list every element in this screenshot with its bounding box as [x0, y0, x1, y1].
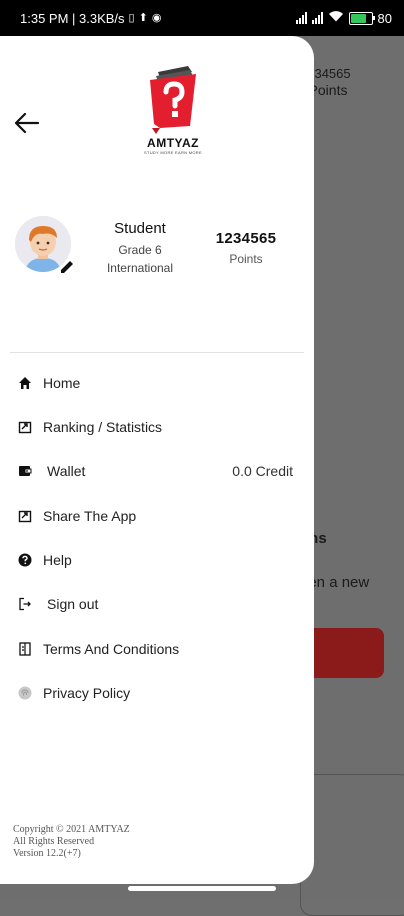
battery-icon [348, 11, 375, 25]
menu-item-terms[interactable]: Terms And Conditions [0, 629, 314, 669]
points-value: 1234565 [215, 230, 277, 247]
signal-icon [295, 12, 307, 24]
menu-item-label: Wallet [47, 463, 86, 479]
menu-item-sign-out[interactable]: Sign out [0, 584, 314, 624]
menu-item-label: Terms And Conditions [43, 641, 180, 657]
fingerprint-icon [17, 685, 33, 701]
menu-item-label: Privacy Policy [43, 685, 131, 701]
status-bar: 1:35 PM | 3.3KB/s ▯ ⬆ ◉ 80 [0, 0, 404, 36]
profile-track: International [106, 261, 174, 275]
logo-tagline: STUDY MORE EARN MORE [144, 150, 202, 155]
menu-item-ranking[interactable]: Ranking / Statistics [0, 407, 314, 447]
share-icon [17, 508, 33, 524]
copyright-line: Copyright © 2021 AMTYAZ [13, 824, 130, 835]
menu-item-home[interactable]: Home [0, 363, 314, 403]
wallet-icon [17, 463, 33, 479]
signal-icon [311, 12, 323, 24]
wifi-icon [328, 10, 344, 26]
home-icon [17, 375, 33, 391]
menu-item-label: Home [43, 375, 81, 391]
menu-item-label: Share The App [43, 508, 137, 524]
copyright-block: Copyright © 2021 AMTYAZ All Rights Reser… [13, 824, 130, 860]
battery-level: 80 [377, 10, 392, 26]
menu-item-privacy[interactable]: Privacy Policy [0, 673, 314, 713]
sign-out-icon [17, 596, 33, 612]
wallet-credit: 0.0 Credit [232, 463, 293, 479]
edit-pencil-icon[interactable] [58, 258, 76, 276]
back-arrow-icon[interactable] [12, 108, 42, 138]
profile-name: Student [114, 220, 166, 237]
menu-item-help[interactable]: Help [0, 540, 314, 580]
sim-icon: ▯ [128, 12, 135, 24]
menu-item-share[interactable]: Share The App [0, 496, 314, 536]
status-time: 1:35 PM | 3.3KB/s [20, 11, 125, 26]
rights-line: All Rights Reserved [13, 836, 95, 847]
menu-item-label: Sign out [47, 596, 99, 612]
navigation-drawer: AMTYAZ STUDY MORE EARN MORE Student Grad… [0, 36, 314, 884]
menu-item-wallet[interactable]: Wallet 0.0 Credit [0, 451, 314, 491]
divider [10, 352, 304, 353]
share-icon [17, 419, 33, 435]
version-line: Version 12.2(+7) [13, 848, 81, 859]
menu-item-label: Help [43, 552, 72, 568]
usb-icon: ⬆ [138, 12, 148, 24]
document-icon [17, 641, 33, 657]
menu-item-label: Ranking / Statistics [43, 419, 163, 435]
logo-wordmark: AMTYAZ [147, 136, 199, 150]
gesture-home-bar[interactable] [128, 886, 276, 891]
help-icon [17, 552, 33, 568]
profile-grade: Grade 6 [118, 243, 162, 257]
notification-icon: ◉ [151, 12, 162, 24]
background-card [300, 774, 404, 916]
points-label: Points [229, 252, 263, 266]
